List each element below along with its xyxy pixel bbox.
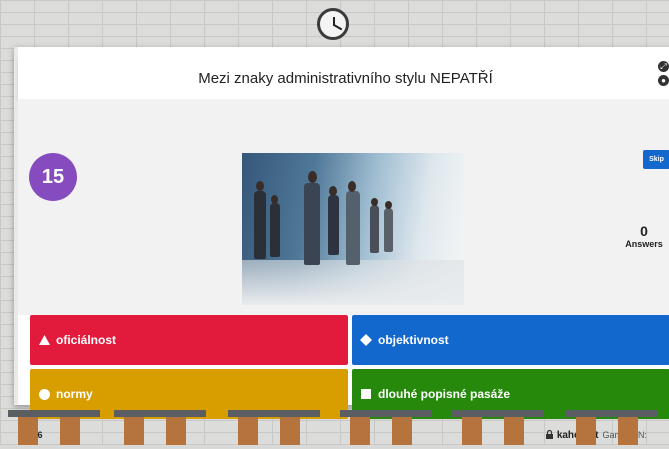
countdown-timer: 15 (29, 153, 77, 201)
answer-option-1[interactable]: oficiálnost (30, 315, 348, 365)
wall-clock-icon (317, 8, 349, 40)
answer-option-2[interactable]: objektivnost (352, 315, 669, 365)
fullscreen-icon[interactable]: ⤢ (658, 61, 669, 72)
circle-icon (38, 388, 50, 400)
answer-label: objektivnost (378, 333, 449, 347)
answers-counter: 0 Answers (618, 223, 669, 249)
answers-count: 0 (640, 223, 648, 239)
kahoot-screen: Mezi znaky administrativního stylu NEPAT… (14, 47, 669, 441)
answer-label: dlouhé popisné pasáže (378, 387, 511, 401)
settings-icon[interactable]: ● (658, 75, 669, 86)
answer-label: normy (56, 387, 93, 401)
classroom-desks (0, 410, 669, 445)
answers-label: Answers (625, 239, 663, 249)
triangle-icon (38, 335, 50, 345)
question-image (242, 153, 464, 305)
skip-button[interactable]: Skip (643, 150, 669, 169)
diamond-icon (360, 334, 372, 346)
answer-label: oficiálnost (56, 333, 117, 347)
question-controls: ⤢ ● (658, 61, 669, 86)
square-icon (360, 389, 372, 399)
question-bar: Mezi znaky administrativního stylu NEPAT… (18, 57, 669, 99)
question-text: Mezi znaky administrativního stylu NEPAT… (198, 69, 493, 87)
